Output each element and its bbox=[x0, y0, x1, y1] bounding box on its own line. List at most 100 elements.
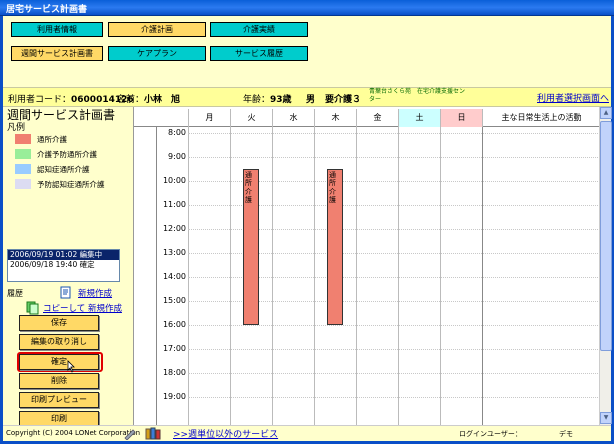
scroll-thumb[interactable] bbox=[600, 121, 612, 351]
legend-label-text: 予防認知症通所介護 bbox=[37, 180, 105, 189]
legend-swatch bbox=[15, 134, 31, 144]
service-block-label: 介護 bbox=[329, 188, 336, 204]
day-column[interactable] bbox=[398, 127, 399, 425]
nav-user-info-button[interactable]: 利用者情報 bbox=[11, 22, 103, 37]
hour-gridline bbox=[188, 133, 600, 134]
activity-header: 主な日常生活上の活動 bbox=[482, 109, 600, 127]
copy-document-icon[interactable] bbox=[26, 301, 40, 315]
save-button[interactable]: 保存 bbox=[19, 315, 99, 331]
login-user-label: ログインユーザー： bbox=[459, 430, 522, 438]
day-header-fri: 金 bbox=[356, 109, 398, 127]
window-title-bar: 居宅サービス計画書 bbox=[0, 0, 614, 16]
legend-item: 認知症通所介護 bbox=[15, 163, 135, 175]
day-column[interactable] bbox=[356, 127, 357, 425]
top-navigation: 利用者情報 介護計画 介護実績 週間サービス計画書 ケアプラン サービス履歴 bbox=[3, 16, 611, 87]
books-icon[interactable] bbox=[145, 427, 161, 440]
copyright-text: Copyright (C) 2004 LONet Corporation bbox=[6, 429, 141, 437]
hour-label: 17:00 bbox=[162, 344, 186, 353]
nav-care-plan-button[interactable]: 介護計画 bbox=[108, 22, 206, 37]
scroll-down-arrow-icon[interactable]: ▼ bbox=[600, 412, 612, 424]
service-block[interactable]: 通所 介護 bbox=[327, 169, 343, 325]
other-services-link[interactable]: >>週単位以外のサービス bbox=[173, 427, 278, 440]
day-header-wed: 水 bbox=[272, 109, 314, 127]
window-title: 居宅サービス計画書 bbox=[6, 5, 88, 15]
service-block[interactable]: 通所 介護 bbox=[243, 169, 259, 325]
vertical-scrollbar[interactable]: ▲ ▼ bbox=[599, 107, 612, 425]
calendar-header: 月 火 水 木 金 土 日 主な日常生活上の活動 bbox=[134, 109, 600, 127]
print-preview-button[interactable]: 印刷プレビュー bbox=[19, 392, 99, 408]
user-name-label: 名前： bbox=[117, 95, 145, 105]
login-user-name: デモ bbox=[559, 430, 573, 438]
nav-service-history-button[interactable]: サービス履歴 bbox=[210, 46, 308, 61]
day-column[interactable] bbox=[314, 127, 315, 425]
hour-gridline bbox=[188, 157, 600, 158]
facility-name: 青葉台さくら苑 在宅介護支援センター bbox=[369, 88, 466, 103]
day-column[interactable] bbox=[188, 127, 189, 425]
legend-item: 介護予防通所介護 bbox=[15, 148, 135, 160]
user-info-bar: 利用者コード：0600014126 名前：小林 旭 年齢：93歳 男 要介護３ … bbox=[3, 87, 611, 107]
user-code-field: 利用者コード：0600014126 bbox=[8, 92, 134, 105]
left-panel: 週間サービス計画書 凡例 通所介護 介護予防通所介護 認知症通所介護 予防認知症… bbox=[3, 107, 135, 427]
hour-label: 13:00 bbox=[162, 248, 186, 257]
day-column[interactable] bbox=[272, 127, 273, 425]
mouse-cursor-icon bbox=[67, 360, 75, 373]
hour-gridline bbox=[188, 349, 600, 350]
service-block-label: 通所 bbox=[329, 171, 336, 187]
user-age-field: 年齢：93歳 bbox=[243, 92, 292, 105]
copy-new-link[interactable]: コピーして 新規作成 bbox=[43, 302, 122, 314]
hour-label: 11:00 bbox=[162, 200, 186, 209]
activity-column[interactable] bbox=[482, 127, 483, 425]
user-select-link[interactable]: 利用者選択画面へ bbox=[537, 91, 609, 104]
user-care-level: 要介護３ bbox=[325, 95, 362, 105]
day-header-sun: 日 bbox=[440, 109, 482, 127]
day-header-sat: 土 bbox=[398, 109, 440, 127]
legend-label-text: 介護予防通所介護 bbox=[37, 150, 97, 159]
new-document-icon[interactable] bbox=[60, 286, 72, 299]
user-age-value: 93歳 bbox=[270, 95, 292, 105]
legend-swatch bbox=[15, 149, 31, 159]
user-age-label: 年齢： bbox=[243, 95, 271, 105]
hour-gridline bbox=[188, 397, 600, 398]
hour-label: 9:00 bbox=[168, 152, 186, 161]
hour-label: 19:00 bbox=[162, 392, 186, 401]
legend-item: 予防認知症通所介護 bbox=[15, 178, 135, 190]
history-entry[interactable]: 2006/09/19 01:02 編集中 bbox=[8, 250, 119, 260]
day-header-thu: 木 bbox=[314, 109, 356, 127]
user-name-value: 小林 旭 bbox=[144, 95, 181, 105]
service-block-label: 通所 bbox=[245, 171, 252, 187]
hour-label: 18:00 bbox=[162, 368, 186, 377]
weekly-calendar: 月 火 水 木 金 土 日 主な日常生活上の活動 8:00 9:00 10:00 11… bbox=[133, 107, 600, 425]
new-create-link[interactable]: 新規作成 bbox=[78, 287, 112, 299]
day-column[interactable] bbox=[440, 127, 441, 425]
hour-label: 16:00 bbox=[162, 320, 186, 329]
footer: Copyright (C) 2004 LONet Corporation >>週… bbox=[3, 425, 611, 441]
pen-tool-icon[interactable] bbox=[123, 427, 137, 440]
legend-label: 凡例 bbox=[7, 123, 26, 133]
scroll-up-arrow-icon[interactable]: ▲ bbox=[600, 107, 612, 119]
delete-button[interactable]: 削除 bbox=[19, 373, 99, 389]
history-entry[interactable]: 2006/09/18 19:40 確定 bbox=[8, 260, 119, 270]
nav-careplan-button[interactable]: ケアプラン bbox=[108, 46, 206, 61]
user-code-label: 利用者コード： bbox=[8, 95, 72, 105]
hour-gridline bbox=[188, 373, 600, 374]
legend-swatch bbox=[15, 179, 31, 189]
legend-swatch bbox=[15, 164, 31, 174]
legend-label-text: 通所介護 bbox=[37, 135, 67, 144]
nav-weekly-plan-button[interactable]: 週間サービス計画書 bbox=[11, 46, 103, 61]
day-header-mon: 月 bbox=[188, 109, 230, 127]
hour-label: 10:00 bbox=[162, 176, 186, 185]
hour-label: 15:00 bbox=[162, 296, 186, 305]
confirm-button[interactable]: 確定 bbox=[19, 354, 99, 370]
day-column[interactable] bbox=[230, 127, 231, 425]
hour-label: 12:00 bbox=[162, 224, 186, 233]
hour-gridline bbox=[188, 325, 600, 326]
undo-edit-button[interactable]: 編集の取り消し bbox=[19, 334, 99, 350]
history-list[interactable]: 2006/09/19 01:02 編集中 2006/09/18 19:40 確定 bbox=[7, 249, 120, 282]
hour-label: 14:00 bbox=[162, 272, 186, 281]
nav-care-record-button[interactable]: 介護実績 bbox=[210, 22, 308, 37]
service-block-label: 介護 bbox=[245, 188, 252, 204]
history-label: 履歴 bbox=[7, 289, 23, 298]
user-name-field: 名前：小林 旭 bbox=[117, 92, 180, 105]
hour-label: 8:00 bbox=[168, 128, 186, 137]
legend-label-text: 認知症通所介護 bbox=[37, 165, 90, 174]
